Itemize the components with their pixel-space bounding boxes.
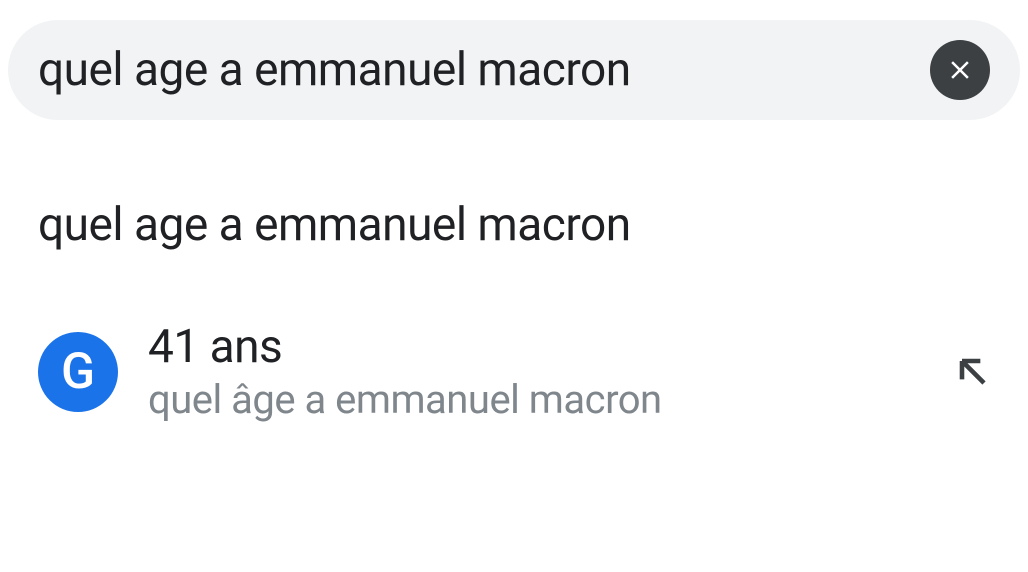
suggestion-item[interactable]: quel age a emmanuel macron [0,170,1028,280]
suggestion-text: quel age a emmanuel macron [38,198,631,252]
answer-secondary-text: quel âge a emmanuel macron [148,376,918,423]
google-badge-letter: G [61,343,95,401]
suggestion-list: quel age a emmanuel macron G 41 ans quel… [0,170,1028,443]
clear-search-button[interactable] [930,40,990,100]
answer-suggestion-item[interactable]: G 41 ans quel âge a emmanuel macron [0,280,1028,443]
search-bar [8,20,1020,120]
answer-content: 41 ans quel âge a emmanuel macron [148,320,918,423]
close-icon [945,55,975,85]
answer-primary-text: 41 ans [148,320,918,374]
arrow-up-left-icon [951,350,995,394]
google-icon: G [38,332,118,412]
insert-suggestion-button[interactable] [948,347,998,397]
search-input[interactable] [38,43,930,97]
